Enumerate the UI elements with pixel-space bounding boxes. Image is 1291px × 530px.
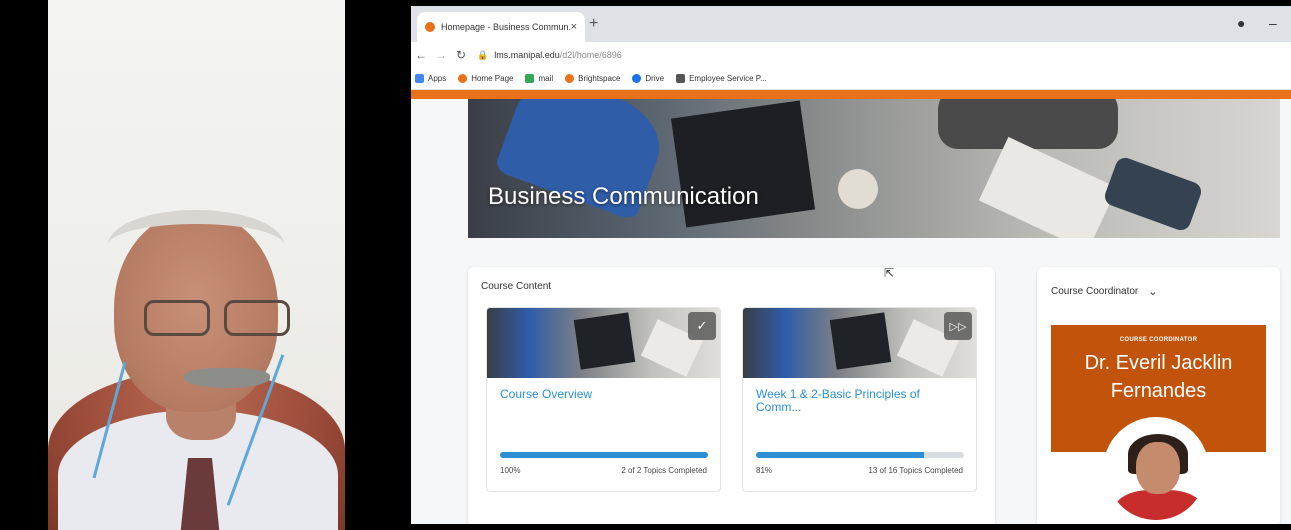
progress-percent: 81% (756, 466, 773, 475)
coordinator-heading: Course Coordinator (1051, 286, 1139, 297)
coordinator-avatar (1103, 417, 1209, 523)
bookmark-mail[interactable]: mail (525, 74, 553, 83)
home-page-icon (458, 74, 468, 83)
checkmark-icon: ✓ (688, 312, 716, 340)
course-homepage: Business Communication Course Content ✓ … (411, 99, 1291, 524)
progress-fill (756, 452, 925, 458)
employee-service-icon (676, 74, 686, 83)
url-path: /d2l/home/6896 (559, 50, 622, 60)
favicon-icon (425, 22, 435, 32)
webcam-video (48, 0, 345, 530)
module-card[interactable]: ▷▷ Week 1 & 2-Basic Principles of Comm..… (742, 307, 977, 492)
coordinator-name-line1: Dr. Everil Jacklin (1084, 352, 1233, 374)
bookmark-apps[interactable]: Apps (415, 74, 446, 83)
bookmark-employee-service[interactable]: Employee Service P... (676, 74, 767, 83)
bookmark-label: Brightspace (578, 74, 621, 83)
minimize-icon[interactable]: – (1269, 15, 1277, 31)
forward-icon[interactable]: → (431, 48, 451, 62)
fast-forward-icon: ▷▷ (944, 312, 972, 340)
close-icon[interactable]: × (571, 21, 577, 33)
browser-window: Homepage - Business Commun... × + ● – ← … (411, 6, 1291, 524)
bookmark-home-page[interactable]: Home Page (458, 74, 513, 83)
bookmark-label: Home Page (471, 74, 514, 83)
progress-count: 13 of 16 Topics Completed (868, 466, 963, 475)
mail-icon (525, 74, 535, 83)
module-image: ✓ (487, 308, 720, 378)
bookmark-brightspace[interactable]: Brightspace (565, 74, 620, 83)
bookmark-drive[interactable]: Drive (632, 74, 664, 83)
new-tab-button[interactable]: + (589, 15, 598, 33)
course-coordinator-widget: Course Coordinator ⌄ COURSE COORDINATOR … (1037, 267, 1280, 524)
module-card[interactable]: ✓ Course Overview 100% 2 of 2 Topics Com… (486, 307, 721, 492)
course-title: Business Communication (488, 183, 759, 210)
presenter-hair (108, 210, 284, 280)
coordinator-name-line2: Fernandes (1110, 380, 1207, 402)
address-bar: ← → ↻ 🔒 lms.manipal.edu /d2l/home/6896 (411, 42, 1291, 68)
url-host: lms.manipal.edu (494, 50, 560, 60)
mouse-cursor-icon: ⇱ (884, 266, 895, 280)
course-content-widget: Course Content ✓ Course Overview 100% 2 … (468, 267, 995, 524)
brightspace-icon (565, 74, 575, 83)
course-banner: Business Communication (468, 99, 1280, 238)
apps-icon (415, 74, 424, 83)
url-input[interactable]: 🔒 lms.manipal.edu /d2l/home/6896 (477, 45, 1275, 65)
lock-icon: 🔒 (477, 49, 489, 60)
back-icon[interactable]: ← (411, 48, 431, 62)
module-image: ▷▷ (743, 308, 976, 378)
drive-icon (632, 74, 642, 83)
screen: Homepage - Business Commun... × + ● – ← … (0, 0, 1291, 530)
bookmark-label: Apps (428, 74, 447, 83)
progress-count: 2 of 2 Topics Completed (621, 466, 707, 475)
module-title[interactable]: Course Overview (500, 388, 710, 401)
moustache (184, 368, 270, 388)
coordinator-header[interactable]: Course Coordinator ⌄ (1051, 285, 1157, 298)
progress-fill (500, 452, 708, 458)
chevron-down-icon[interactable]: ⌄ (1148, 285, 1157, 298)
bookmarks-bar: Apps Home Page mail Brightspace Drive Em… (411, 68, 1291, 90)
bookmark-label: Employee Service P... (689, 74, 767, 83)
progress-bar (756, 452, 964, 458)
course-content-heading: Course Content (481, 281, 552, 292)
bookmark-label: mail (538, 74, 554, 83)
coordinator-label: COURSE COORDINATOR (1119, 337, 1198, 343)
profile-icon[interactable]: ● (1237, 15, 1245, 31)
reload-icon[interactable]: ↻ (451, 48, 471, 62)
bookmark-label: Drive (645, 74, 665, 83)
module-title[interactable]: Week 1 & 2-Basic Principles of Comm... (756, 388, 966, 414)
brand-bar (411, 90, 1291, 99)
tab-bar: Homepage - Business Commun... × + ● – (411, 6, 1291, 42)
browser-tab[interactable]: Homepage - Business Commun... × (417, 12, 585, 42)
progress-percent: 100% (500, 466, 521, 475)
progress-bar (500, 452, 708, 458)
glasses (144, 300, 306, 340)
tab-title: Homepage - Business Commun... (441, 22, 571, 32)
